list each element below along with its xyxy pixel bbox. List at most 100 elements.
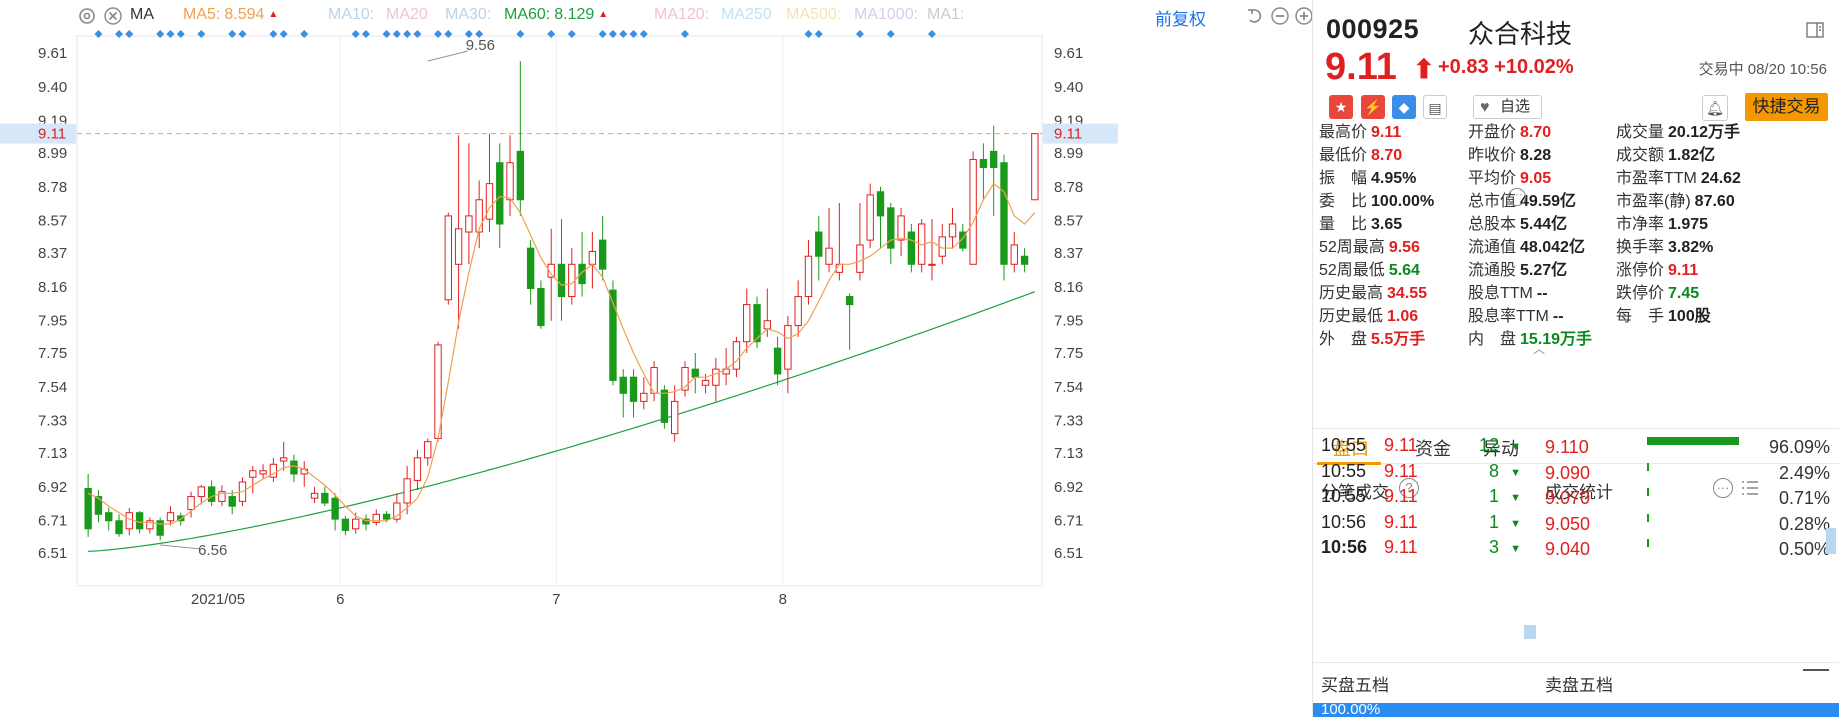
ma-legend-item[interactable]: MA30: [445, 6, 491, 24]
candle-body [897, 215, 905, 241]
x-tick-label: 2021/05 [191, 591, 245, 608]
ma-legend-item[interactable]: MA1000: [854, 6, 918, 24]
adjustment-selector[interactable]: 前复权 [1155, 5, 1206, 30]
candle-body [125, 512, 133, 530]
ma-legend-item[interactable]: MA60: 8.129 ▲ [504, 6, 608, 24]
sell5-title: 卖盘五档 [1545, 676, 1613, 695]
candle-body [115, 520, 123, 535]
candle-body [825, 247, 833, 265]
candle-body [845, 296, 854, 306]
ma-legend-item[interactable]: MA250 [721, 6, 772, 24]
candle-body [331, 497, 339, 520]
candle-body [537, 287, 545, 327]
ma-selector[interactable]: MA [130, 6, 154, 24]
ma-legend-item[interactable]: MA20 [386, 6, 428, 24]
china-flag-icon[interactable]: ★ [1329, 95, 1353, 119]
candle-body [526, 247, 535, 289]
quote-item: 平均价 9.05 [1468, 170, 1552, 187]
candle-body [207, 486, 216, 502]
y-tick-left: 6.51 [38, 545, 67, 562]
quote-item: 历史最高 34.55 [1319, 285, 1428, 302]
price-change: +0.83 +10.02% [1438, 56, 1574, 78]
quote-item: 换手率 3.82% [1616, 239, 1714, 256]
stat-bar [1647, 513, 1649, 522]
y-tick-right: 6.92 [1054, 479, 1083, 496]
candle-body [948, 223, 957, 238]
down-triangle-icon: ▼ [1510, 441, 1521, 453]
stat-bar [1647, 488, 1649, 496]
down-triangle-icon: ▼ [1510, 543, 1521, 555]
trading-status: 交易中 08/20 10:56 [1698, 61, 1827, 78]
candle-body [598, 239, 607, 270]
ma-legend-item[interactable]: MA10: [328, 6, 374, 24]
more-icon[interactable]: ··· [1508, 188, 1526, 206]
candle-body [671, 400, 679, 435]
zoom-out-icon[interactable] [1270, 6, 1290, 26]
quote-item: 涨停价 9.11 [1616, 262, 1699, 279]
current-price-label-left: 9.11 [38, 126, 66, 143]
candle-body [691, 368, 699, 378]
quote-item: 市盈率TTM 24.62 [1616, 170, 1741, 187]
scroll-handle[interactable] [1524, 625, 1536, 639]
up-triangle-icon: ▲ [598, 9, 609, 20]
quote-item: 市盈率(静) 87.60 [1616, 193, 1735, 210]
quote-item: 最低价 8.70 [1319, 147, 1403, 164]
zoom-in-icon[interactable] [1294, 6, 1314, 26]
quote-item: 内 盘 15.19万手 [1468, 331, 1593, 348]
y-tick-left: 8.57 [38, 213, 67, 230]
undo-icon[interactable] [1245, 6, 1265, 26]
y-tick-right: 9.61 [1054, 45, 1083, 62]
candle-body [743, 304, 751, 343]
candle-body [187, 496, 195, 510]
ma-legend-item[interactable]: MA500: [786, 6, 841, 24]
stat-bar [1647, 437, 1740, 445]
stat-row: 9.110 96.09% [1545, 437, 1830, 457]
y-tick-right: 7.95 [1054, 313, 1083, 330]
heart-icon: ♥ [1480, 99, 1490, 116]
candle-body [969, 158, 977, 265]
sidebar-toggle-icon[interactable] [1805, 20, 1825, 40]
collapse-icon[interactable]: ︿ [1533, 340, 1545, 357]
quote-item: 市净率 1.975 [1616, 216, 1709, 233]
settings-icon[interactable] [77, 6, 97, 26]
candle-body [506, 162, 514, 201]
down-triangle-icon: ▼ [1510, 517, 1521, 530]
ma-legend-item[interactable]: MA5: 8.594 ▲ [183, 6, 278, 24]
notes-icon[interactable]: ▤ [1423, 95, 1447, 119]
tag-icon[interactable]: ◆ [1392, 95, 1416, 119]
quote-item: 流通股 5.27亿 [1468, 262, 1568, 279]
candle-body [640, 392, 648, 402]
scrollbar[interactable] [1826, 528, 1836, 554]
current-price-label-right: 9.11 [1054, 126, 1082, 143]
last-price: 9.11 [1325, 46, 1397, 88]
candle-body [444, 215, 452, 301]
y-tick-left: 7.75 [38, 345, 67, 362]
down-triangle-icon: ▼ [1510, 492, 1521, 504]
quote-item: 委 比 100.00% [1319, 193, 1435, 210]
candle-body [732, 341, 741, 370]
y-tick-right: 8.99 [1054, 145, 1083, 162]
close-icon[interactable] [103, 6, 123, 26]
order-ratio-text: 100.00% [1321, 701, 1381, 717]
collapse-line[interactable] [1803, 669, 1829, 671]
y-tick-left: 8.99 [38, 145, 67, 162]
ma-legend-item[interactable]: MA120: [654, 6, 709, 24]
trade-row: 10:56 9.11 3 ▼ [1321, 537, 1521, 557]
quote-item: 每 手 100股 [1616, 308, 1711, 325]
candle-body [990, 150, 998, 169]
y-tick-left: 6.71 [38, 513, 67, 530]
candle-body [1000, 162, 1008, 265]
y-tick-right: 8.37 [1054, 245, 1083, 262]
lightning-icon[interactable]: ⚡ [1361, 95, 1385, 119]
chart-pane[interactable]: 9.61 9.61 9.40 9.40 9.19 9.19 8.99 8.99 8.78 8.78… [0, 0, 1314, 717]
trade-row: 10:55 9.11 12 ▼ [1321, 435, 1521, 455]
candlestick-chart[interactable]: 9.61 9.619.40 9.409.19 9.198.99 8.998.78 8.78… [0, 0, 1312, 717]
quick-trade-button[interactable]: 快捷交易 [1745, 93, 1828, 121]
candle-body [1010, 244, 1018, 265]
candle-body [382, 513, 391, 520]
candle-body [310, 492, 319, 499]
add-to-watchlist-button[interactable]: ♥ 自选 [1473, 95, 1542, 119]
stat-row: 9.050 0.28% [1545, 513, 1830, 534]
ma-legend-item[interactable]: MA1: [927, 6, 964, 24]
quote-item: 流通值 48.042亿 [1468, 239, 1585, 256]
